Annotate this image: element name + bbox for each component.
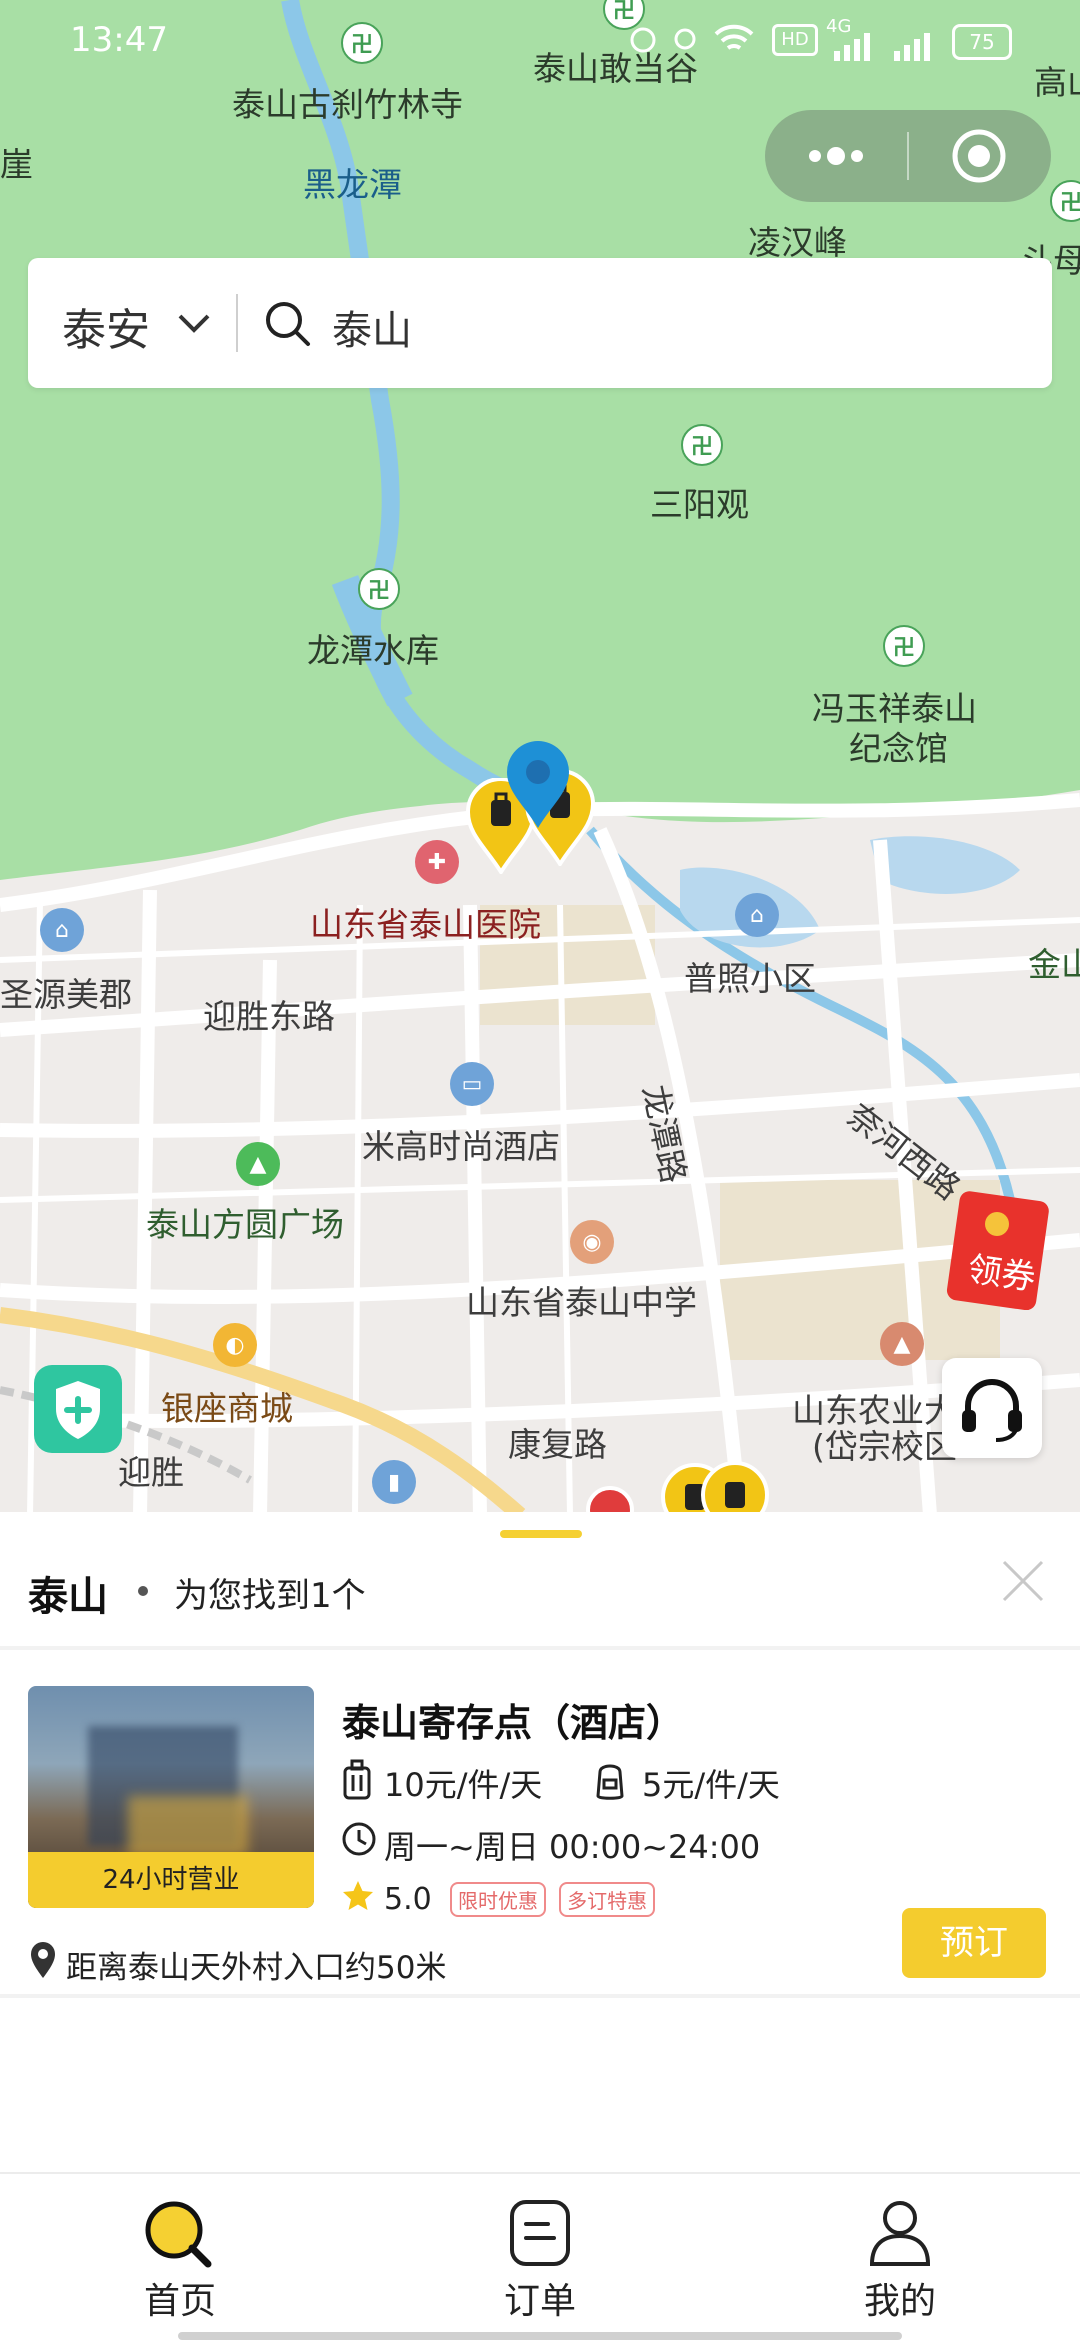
hd-icon: HD: [772, 24, 818, 56]
store-photo: 24小时营业: [28, 1686, 314, 1908]
hotel-icon: ▭: [450, 1062, 494, 1106]
more-dots-icon: [809, 147, 863, 165]
shield-icon: [56, 1381, 100, 1439]
promo-tags: 限时优惠 多订特惠: [442, 1882, 656, 1917]
status-time: 13:47: [70, 20, 168, 60]
map-label-taishan-hospital: 山东省泰山医院: [310, 905, 541, 944]
star-icon: [343, 1881, 373, 1910]
map-label-longtan-reservoir: 龙潭水库: [307, 631, 439, 670]
open-hours: 周一~周日 00:00~24:00: [384, 1828, 761, 1866]
wifi-icon: [712, 22, 756, 65]
map-label-zhulin-temple: 泰山古刹竹林寺: [232, 85, 463, 124]
map-label-jin: 金山: [1028, 945, 1080, 984]
shopping-icon: ◐: [213, 1323, 257, 1367]
promo-tag: 限时优惠: [450, 1882, 546, 1917]
location-pin-icon: [31, 1942, 55, 1978]
price-large-luggage: 10元/件/天: [384, 1766, 543, 1804]
building-icon: ▮: [372, 1460, 416, 1504]
red-pin: [586, 1486, 634, 1515]
hours-badge: 24小时营业: [28, 1852, 314, 1908]
store-card[interactable]: 24小时营业 泰山寄存点（酒店） 10元/件/天 5元/件/天 周一~周日 00…: [0, 1650, 1080, 2000]
rating: 5.0: [384, 1882, 432, 1917]
city-selector[interactable]: 泰安: [62, 294, 150, 358]
store-distance: 距离泰山天外村入口约50米: [66, 1950, 447, 1986]
signal-icon: [890, 30, 934, 70]
map-label-puzhao-community: 普照小区: [684, 959, 816, 998]
status-bar: 13:47 HD 4G 75: [0, 0, 1080, 80]
store-name: 泰山寄存点（酒店）: [342, 1701, 685, 1745]
map-label-feng-yuxiang-2: 纪念馆: [849, 729, 948, 768]
search-bar: 泰安 泰山: [28, 258, 1052, 388]
search-input[interactable]: 泰山: [332, 298, 1012, 356]
alarm-icon: [628, 24, 658, 54]
separator-dot: [138, 1586, 148, 1596]
tab-mine-label: 我的: [863, 2281, 936, 2322]
price-small-luggage: 5元/件/天: [642, 1766, 780, 1804]
home-search-icon: [145, 2201, 212, 2268]
residential-icon: ⌂: [40, 908, 84, 952]
location-icon: [670, 24, 700, 64]
hospital-icon: ✚: [415, 840, 459, 884]
chevron-down-icon: [178, 314, 210, 333]
target-icon: [952, 129, 1006, 183]
map-label-taishan-square: 泰山方圆广场: [146, 1205, 344, 1244]
tab-mine[interactable]: 我的: [800, 2174, 1000, 2342]
customer-service-button[interactable]: [942, 1358, 1042, 1458]
storage-pin[interactable]: [700, 1460, 770, 1515]
map-label-sanyang-temple: 三阳观: [650, 485, 749, 524]
results-sheet: 泰山 为您找到1个 24小时营业 泰山寄存点（酒店） 10元/件/天 5元/件/…: [0, 1512, 1080, 2172]
more-button[interactable]: [765, 110, 907, 202]
temple-icon: 卍: [358, 568, 400, 610]
map-label-heilongtan: 黑龙潭: [303, 165, 402, 204]
search-divider: [236, 294, 238, 352]
clock-icon: [342, 1822, 376, 1856]
results-summary: 为您找到1个: [174, 1576, 366, 1616]
search-icon: [266, 302, 310, 346]
map-label-agri-univ-2: (岱宗校区: [812, 1427, 957, 1466]
map-label-shengyuan: 圣源美郡: [0, 975, 132, 1014]
temple-icon: 卍: [883, 625, 925, 667]
tab-bar: 首页 订单 我的: [0, 2172, 1080, 2342]
map-label-yingsheng-east-road: 迎胜东路: [203, 997, 335, 1036]
map-label-taishan-middle-school: 山东省泰山中学: [466, 1283, 697, 1322]
map-label-yinzuo-mall: 银座商城: [161, 1389, 293, 1428]
temple-icon: 卍: [681, 424, 723, 466]
security-button[interactable]: [34, 1365, 122, 1453]
close-icon[interactable]: [1000, 1558, 1046, 1604]
coupon-button[interactable]: 领券: [945, 1190, 1055, 1310]
university-icon: ▲: [880, 1322, 924, 1366]
map-label-linghan-peak: 凌汉峰: [748, 223, 847, 262]
school-icon: ◉: [570, 1220, 614, 1264]
residential-icon: ⌂: [735, 893, 779, 937]
headset-icon: [962, 1379, 1022, 1442]
battery-icon: 75: [952, 24, 1012, 60]
miniprogram-capsule: [765, 110, 1051, 202]
backpack-icon: [596, 1764, 624, 1800]
orders-icon: [510, 2200, 570, 2266]
map-label-migao-hotel: 米高时尚酒店: [362, 1127, 560, 1166]
current-location-pin: [507, 741, 569, 828]
signal-icon: [830, 30, 874, 70]
close-miniprogram-button[interactable]: [909, 110, 1051, 202]
map-view[interactable]: 卍 卍 卍 卍 卍 卍 ✚ ⌂ ⌂ ▭ ▲ ◉ ◐ ▲ ▮ 泰山古刹竹林寺 泰山…: [0, 0, 1080, 1515]
user-icon: [869, 2201, 931, 2266]
park-icon: ▲: [236, 1142, 280, 1186]
tab-orders[interactable]: 订单: [440, 2174, 640, 2342]
tab-home[interactable]: 首页: [80, 2174, 280, 2342]
tab-home-label: 首页: [143, 2281, 216, 2322]
results-keyword: 泰山: [28, 1574, 108, 1620]
map-label-ya: 崖: [0, 145, 33, 184]
map-label-yingsheng: 迎胜: [118, 1453, 184, 1492]
drag-handle[interactable]: [500, 1530, 582, 1538]
home-indicator: [178, 2332, 902, 2340]
card-divider: [0, 1994, 1080, 1998]
map-label-kangfu-road: 康复路: [508, 1425, 607, 1464]
promo-tag: 多订特惠: [559, 1882, 656, 1917]
suitcase-icon: [343, 1759, 371, 1800]
book-button[interactable]: 预订: [902, 1908, 1046, 1978]
battery-level: 75: [969, 30, 995, 54]
tab-orders-label: 订单: [503, 2281, 576, 2322]
